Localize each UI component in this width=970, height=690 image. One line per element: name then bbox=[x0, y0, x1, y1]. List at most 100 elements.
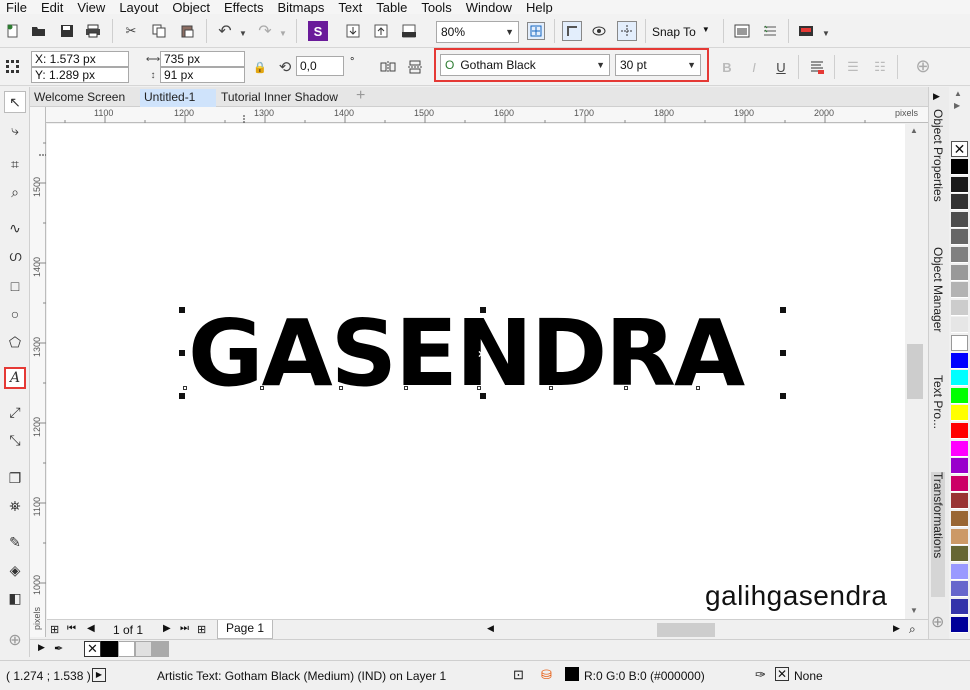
polygon-tool-icon[interactable]: ⬠ bbox=[4, 331, 26, 353]
underline-icon[interactable]: U bbox=[772, 58, 790, 76]
color-swatch[interactable] bbox=[951, 194, 968, 211]
selection-handle[interactable] bbox=[780, 307, 786, 313]
italic-icon[interactable]: I bbox=[745, 58, 763, 76]
color-swatch[interactable] bbox=[951, 229, 968, 246]
print-icon[interactable] bbox=[84, 22, 102, 40]
drop-shadow-tool-icon[interactable]: ❐ bbox=[4, 467, 26, 489]
show-rulers-icon[interactable] bbox=[562, 21, 582, 41]
docker-tab-text-properties[interactable]: Text Pro... bbox=[931, 375, 945, 429]
object-origin-icon[interactable] bbox=[4, 58, 22, 76]
show-guidelines-icon[interactable] bbox=[617, 21, 637, 41]
next-page-icon[interactable]: ▶ bbox=[163, 623, 171, 634]
text-node[interactable] bbox=[696, 386, 700, 390]
text-node[interactable] bbox=[477, 386, 481, 390]
search-content-icon[interactable]: S bbox=[308, 21, 328, 41]
menu-help[interactable]: Help bbox=[519, 1, 560, 14]
selection-handle[interactable] bbox=[179, 307, 185, 313]
docker-tab-object-manager[interactable]: Object Manager bbox=[931, 247, 945, 332]
shape-tool-icon[interactable]: ⤷ bbox=[4, 119, 26, 141]
menu-text[interactable]: Text bbox=[331, 1, 369, 14]
rotate-icon[interactable]: ⟲ bbox=[276, 58, 294, 76]
text-node[interactable] bbox=[624, 386, 628, 390]
drawing-canvas[interactable]: GASENDRA × galihgasendra bbox=[47, 124, 910, 619]
color-swatch[interactable] bbox=[951, 387, 968, 404]
add-icon[interactable]: ⊕ bbox=[914, 56, 932, 76]
color-swatch[interactable] bbox=[951, 458, 968, 475]
text-node[interactable] bbox=[404, 386, 408, 390]
ellipse-tool-icon[interactable]: ○ bbox=[4, 303, 26, 325]
color-swatch[interactable] bbox=[135, 641, 152, 657]
fill-color-swatch[interactable] bbox=[565, 667, 579, 681]
horizontal-ruler[interactable]: 1100 1200 1300 1400 1500 1600 1700 1800 … bbox=[45, 107, 928, 123]
parallel-dimension-tool-icon[interactable]: ⤢ bbox=[4, 401, 26, 423]
publish-pdf-icon[interactable] bbox=[400, 22, 418, 40]
selection-handle[interactable] bbox=[780, 350, 786, 356]
center-marker-icon[interactable]: × bbox=[478, 347, 485, 361]
menu-view[interactable]: View bbox=[70, 1, 112, 14]
scroll-thumb[interactable] bbox=[907, 344, 923, 399]
menu-effects[interactable]: Effects bbox=[217, 1, 271, 14]
color-swatch[interactable] bbox=[101, 641, 118, 657]
bold-icon[interactable]: B bbox=[718, 58, 736, 76]
color-swatch[interactable] bbox=[951, 335, 968, 351]
color-swatch[interactable] bbox=[951, 493, 968, 510]
selection-handle[interactable] bbox=[480, 393, 486, 399]
application-launcher-icon[interactable] bbox=[797, 22, 815, 40]
color-eyedropper-tool-icon[interactable]: ✎ bbox=[4, 531, 26, 553]
text-tool-icon[interactable]: A bbox=[4, 367, 26, 389]
zoom-tool-icon[interactable]: ⌕ bbox=[4, 181, 26, 203]
y-position-field[interactable]: Y: 1.289 px bbox=[31, 67, 129, 83]
eyedropper-icon[interactable]: ✒ bbox=[54, 642, 63, 655]
mirror-horizontal-icon[interactable] bbox=[379, 58, 397, 76]
scroll-left-icon[interactable]: ◀ bbox=[487, 623, 494, 634]
first-page-icon[interactable]: ⏮ bbox=[67, 623, 76, 634]
drop-cap-icon[interactable]: ☷ bbox=[871, 58, 889, 76]
cut-icon[interactable]: ✂ bbox=[122, 22, 140, 40]
menu-window[interactable]: Window bbox=[459, 1, 519, 14]
export-icon[interactable] bbox=[372, 22, 390, 40]
undo-dropdown-icon[interactable]: ▼ bbox=[234, 24, 252, 42]
scroll-up-icon[interactable]: ▲ bbox=[954, 89, 962, 98]
scroll-right-icon[interactable]: ▶ bbox=[893, 623, 900, 634]
rotation-field[interactable]: 0,0 bbox=[296, 56, 344, 76]
color-proofing-icon[interactable]: ⊡ bbox=[513, 667, 524, 683]
width-field[interactable]: 735 px bbox=[160, 51, 245, 67]
docker-tab-object-properties[interactable]: Object Properties bbox=[931, 109, 945, 202]
lock-ratio-icon[interactable]: 🔒 bbox=[251, 58, 269, 76]
no-color-swatch[interactable]: ✕ bbox=[951, 141, 968, 157]
horizontal-scroll-thumb[interactable] bbox=[657, 623, 715, 637]
color-swatch[interactable] bbox=[951, 440, 968, 457]
artistic-media-tool-icon[interactable]: ഗ bbox=[4, 245, 26, 267]
color-swatch[interactable] bbox=[951, 423, 968, 439]
color-swatch[interactable] bbox=[951, 599, 968, 615]
previous-page-icon[interactable]: ◀ bbox=[87, 623, 95, 634]
vertical-scrollbar[interactable]: ▲ ▼ bbox=[905, 124, 927, 619]
color-swatch[interactable] bbox=[951, 511, 968, 527]
color-swatch[interactable] bbox=[951, 264, 968, 281]
menu-tools[interactable]: Tools bbox=[414, 1, 458, 14]
undo-icon[interactable]: ↶ bbox=[216, 22, 234, 40]
vertical-ruler[interactable]: 1500 1400 1300 1200 1100 1000 pixels bbox=[30, 107, 46, 637]
options-icon[interactable] bbox=[761, 22, 779, 40]
zoom-navigator-icon[interactable]: ⌕ bbox=[909, 622, 916, 637]
color-swatch[interactable] bbox=[152, 641, 169, 657]
selection-handle[interactable] bbox=[179, 350, 185, 356]
docker-tab-transformations[interactable]: Transformations bbox=[931, 472, 945, 597]
zoom-level-select[interactable]: 80% ▼ bbox=[436, 21, 519, 43]
crop-tool-icon[interactable]: ⌗ bbox=[4, 153, 26, 175]
last-page-icon[interactable]: ⏭ bbox=[180, 623, 189, 634]
x-position-field[interactable]: X: 1.573 px bbox=[31, 51, 129, 67]
text-node[interactable] bbox=[339, 386, 343, 390]
copy-icon[interactable] bbox=[150, 22, 168, 40]
no-color-swatch[interactable]: ✕ bbox=[84, 641, 101, 657]
color-swatch[interactable] bbox=[951, 546, 968, 563]
palette-menu-icon[interactable]: ▶ bbox=[38, 642, 45, 653]
color-swatch[interactable] bbox=[951, 299, 968, 316]
color-swatch[interactable] bbox=[951, 528, 968, 545]
add-page-before-icon[interactable]: ⊞ bbox=[50, 623, 59, 636]
add-icon[interactable]: ⊕ bbox=[931, 612, 944, 632]
palette-menu-icon[interactable]: ▶ bbox=[954, 101, 960, 110]
color-swatch[interactable] bbox=[951, 352, 968, 369]
menu-table[interactable]: Table bbox=[369, 1, 414, 14]
text-node[interactable] bbox=[183, 386, 187, 390]
